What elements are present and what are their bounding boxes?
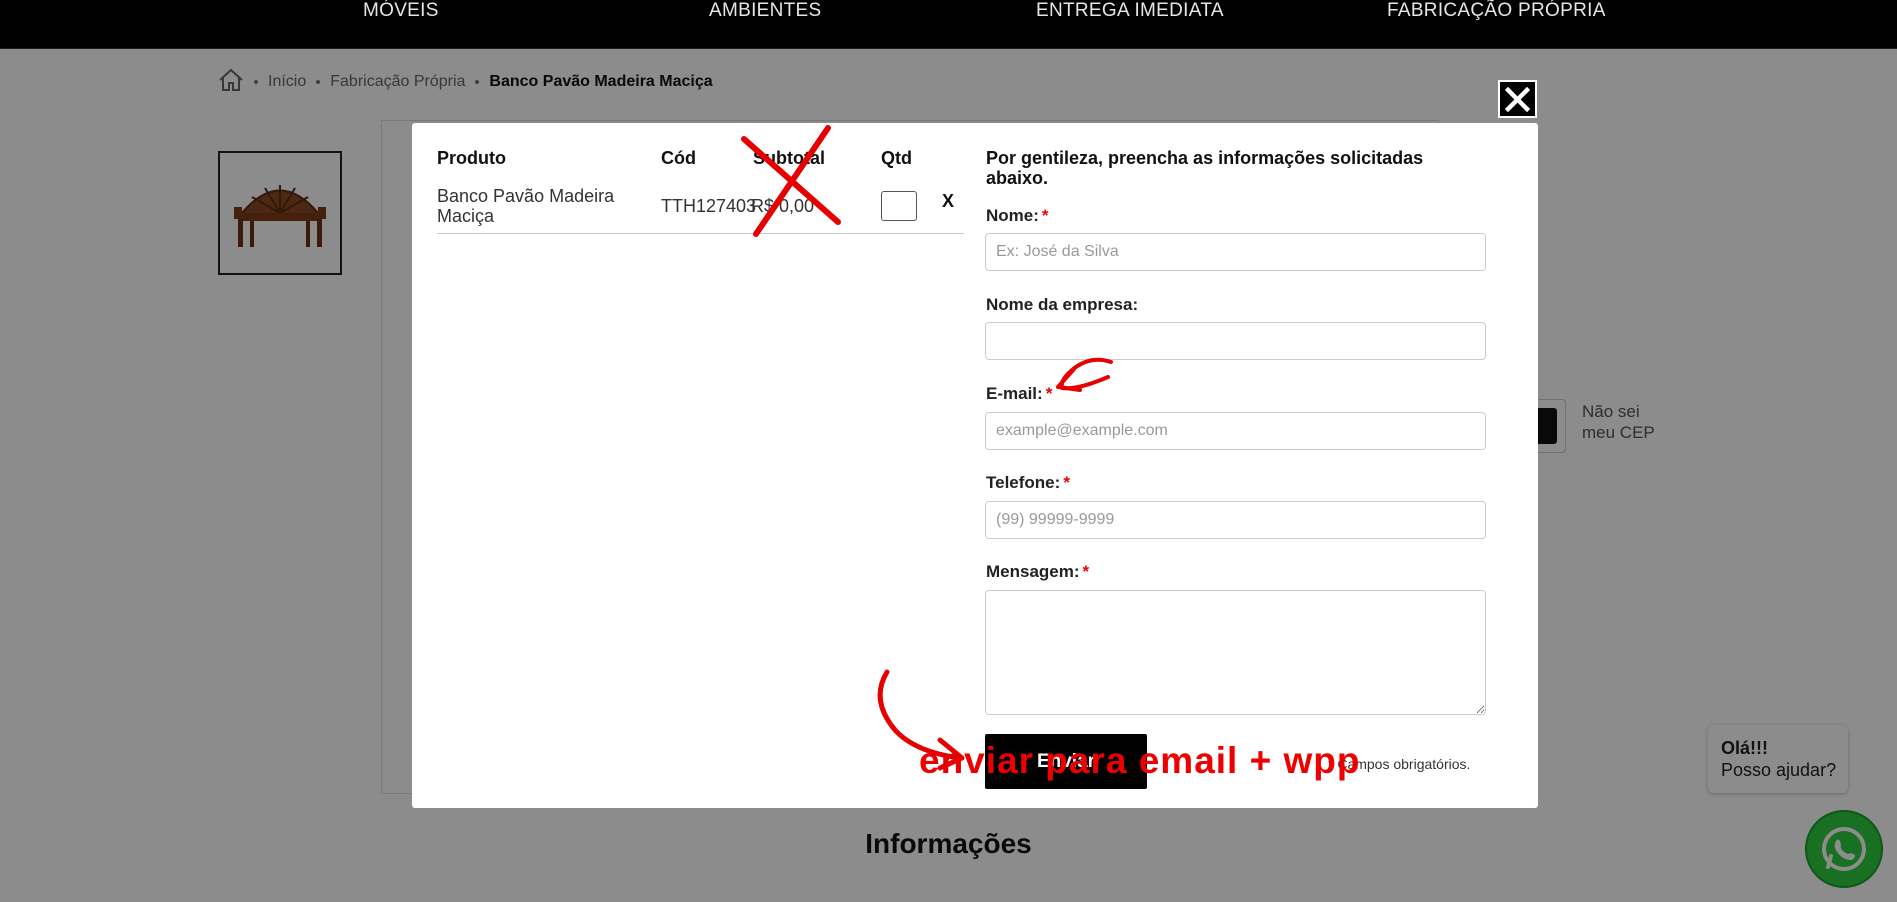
cell-produto: Banco Pavão Madeira Maciça [437,186,615,226]
empresa-input[interactable] [985,322,1486,360]
close-icon[interactable] [1498,80,1537,118]
nav-item-fabricacao-propria[interactable]: FABRICAÇÃO PRÓPRIA [1387,0,1606,22]
nav-item-moveis[interactable]: MÓVEIS [363,0,439,22]
column-header-subtotal: Subtotal [753,148,825,168]
cell-subtotal: R$ 0,00 [751,196,815,216]
nav-item-ambientes[interactable]: AMBIENTES [709,0,822,22]
column-header-cod: Cód [661,148,696,168]
telefone-label: Telefone: * [986,473,1070,492]
telefone-input[interactable] [985,501,1486,539]
nav-item-entrega-imediata[interactable]: ENTREGA IMEDIATA [1036,0,1224,22]
quote-modal: Produto Cód Subtotal Qtd Banco Pavão Mad… [412,123,1538,808]
remove-item-button[interactable]: X [942,191,954,212]
email-label: E-mail: * [986,384,1053,403]
annotation-text: enviar para email + wpp [919,740,1361,781]
quantity-input[interactable] [881,191,917,221]
column-header-qtd: Qtd [881,148,912,168]
top-navigation: MÓVEIS AMBIENTES ENTREGA IMEDIATA FABRIC… [0,0,1897,49]
column-header-produto: Produto [437,148,506,168]
email-input[interactable] [985,412,1486,450]
cell-cod: TTH127403 [661,196,757,216]
nome-label: Nome: * [986,206,1049,225]
nome-input[interactable] [985,233,1486,271]
form-intro: Por gentileza, preencha as informações s… [986,148,1424,188]
mensagem-label: Mensagem: * [986,562,1090,581]
row-divider [437,233,964,234]
mensagem-textarea[interactable] [985,590,1486,715]
empresa-label: Nome da empresa: [986,295,1139,314]
